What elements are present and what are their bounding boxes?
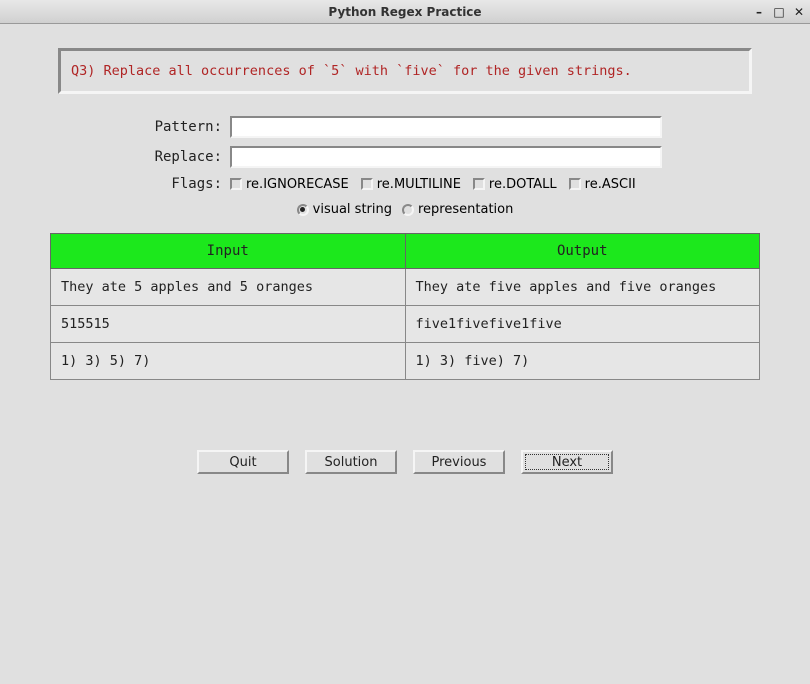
- flag-multiline-label: re.MULTILINE: [377, 177, 461, 192]
- pattern-label: Pattern:: [100, 119, 230, 135]
- flag-dotall[interactable]: re.DOTALL: [473, 177, 557, 192]
- flags-label: Flags:: [100, 176, 230, 192]
- flags-group: re.IGNORECASE re.MULTILINE re.DOTALL re.…: [230, 177, 636, 192]
- table-row: 515515 five1fivefive1five: [51, 306, 760, 343]
- io-table: Input Output They ate 5 apples and 5 ora…: [50, 233, 760, 380]
- cell-output: They ate five apples and five oranges: [405, 269, 760, 306]
- flag-ignorecase[interactable]: re.IGNORECASE: [230, 177, 349, 192]
- radio-icon: [297, 204, 309, 216]
- cell-input: They ate 5 apples and 5 oranges: [51, 269, 406, 306]
- header-input: Input: [51, 234, 406, 269]
- window-title: Python Regex Practice: [328, 5, 481, 19]
- checkbox-icon: [569, 178, 581, 190]
- replace-label: Replace:: [100, 149, 230, 165]
- flag-multiline[interactable]: re.MULTILINE: [361, 177, 461, 192]
- flags-row: Flags: re.IGNORECASE re.MULTILINE re.DOT…: [50, 176, 760, 192]
- titlebar: Python Regex Practice – □ ✕: [0, 0, 810, 24]
- flag-dotall-label: re.DOTALL: [489, 177, 557, 192]
- cell-input: 515515: [51, 306, 406, 343]
- pattern-input[interactable]: [230, 116, 662, 138]
- cell-output: five1fivefive1five: [405, 306, 760, 343]
- flag-ignorecase-label: re.IGNORECASE: [246, 177, 349, 192]
- cell-output: 1) 3) five) 7): [405, 343, 760, 380]
- flag-ascii[interactable]: re.ASCII: [569, 177, 636, 192]
- display-mode-row: visual string representation: [50, 202, 760, 217]
- radio-representation[interactable]: representation: [402, 202, 513, 217]
- minimize-icon[interactable]: –: [752, 5, 766, 19]
- radio-visual-string[interactable]: visual string: [297, 202, 392, 217]
- window-controls: – □ ✕: [752, 0, 806, 24]
- radio-icon: [402, 204, 414, 216]
- pattern-row: Pattern:: [50, 116, 760, 138]
- header-output: Output: [405, 234, 760, 269]
- quit-button[interactable]: Quit: [197, 450, 289, 474]
- table-row: 1) 3) 5) 7) 1) 3) five) 7): [51, 343, 760, 380]
- solution-button[interactable]: Solution: [305, 450, 397, 474]
- app-body: Q3) Replace all occurrences of `5` with …: [0, 24, 810, 684]
- radio-visual-label: visual string: [313, 202, 392, 217]
- checkbox-icon: [361, 178, 373, 190]
- replace-row: Replace:: [50, 146, 760, 168]
- close-icon[interactable]: ✕: [792, 5, 806, 19]
- checkbox-icon: [473, 178, 485, 190]
- previous-button[interactable]: Previous: [413, 450, 505, 474]
- button-row: Quit Solution Previous Next: [50, 450, 760, 474]
- maximize-icon[interactable]: □: [772, 5, 786, 19]
- question-frame: Q3) Replace all occurrences of `5` with …: [58, 48, 752, 94]
- radio-repr-label: representation: [418, 202, 513, 217]
- next-button[interactable]: Next: [521, 450, 613, 474]
- replace-input[interactable]: [230, 146, 662, 168]
- table-row: They ate 5 apples and 5 oranges They ate…: [51, 269, 760, 306]
- flag-ascii-label: re.ASCII: [585, 177, 636, 192]
- cell-input: 1) 3) 5) 7): [51, 343, 406, 380]
- question-text: Q3) Replace all occurrences of `5` with …: [71, 63, 632, 79]
- table-header-row: Input Output: [51, 234, 760, 269]
- checkbox-icon: [230, 178, 242, 190]
